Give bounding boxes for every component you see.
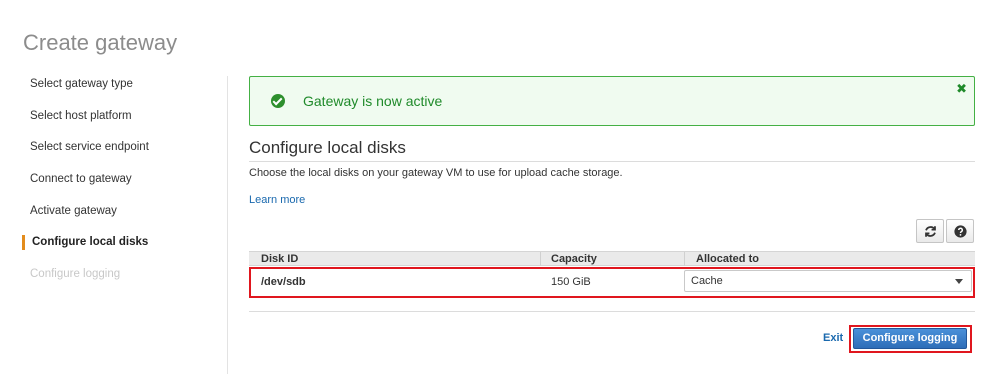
footer-divider xyxy=(249,311,975,312)
step-select-gateway-type[interactable]: Select gateway type xyxy=(22,70,212,102)
success-alert: Gateway is now active ✖ xyxy=(249,76,975,126)
check-circle-icon xyxy=(271,94,285,108)
step-configure-local-disks: Configure local disks xyxy=(22,228,212,260)
alert-message: Gateway is now active xyxy=(303,93,443,109)
column-header-allocated-to[interactable]: Allocated to xyxy=(696,253,759,265)
column-header-disk-id[interactable]: Disk ID xyxy=(261,253,298,265)
row-highlight-box xyxy=(249,267,975,298)
table-header: Disk ID Capacity Allocated to xyxy=(249,251,975,266)
step-connect-to-gateway[interactable]: Connect to gateway xyxy=(22,165,212,197)
section-divider xyxy=(249,161,975,162)
refresh-icon xyxy=(925,226,936,237)
step-configure-logging: Configure logging xyxy=(30,268,121,281)
section-description: Choose the local disks on your gateway V… xyxy=(249,167,623,179)
page-title: Create gateway xyxy=(23,30,178,55)
step-activate-gateway[interactable]: Activate gateway xyxy=(22,197,212,229)
step-select-host-platform[interactable]: Select host platform xyxy=(22,102,212,134)
column-header-capacity[interactable]: Capacity xyxy=(551,253,597,265)
column-separator xyxy=(684,252,685,266)
configure-logging-button[interactable]: Configure logging xyxy=(853,328,967,349)
help-icon xyxy=(954,225,967,238)
column-separator xyxy=(540,252,541,266)
disks-table: Disk ID Capacity Allocated to /dev/sdb 1… xyxy=(249,251,975,298)
sidebar-divider xyxy=(227,76,228,374)
learn-more-link[interactable]: Learn more xyxy=(249,194,305,206)
section-title: Configure local disks xyxy=(249,138,406,157)
refresh-button[interactable] xyxy=(916,219,944,243)
exit-link[interactable]: Exit xyxy=(823,332,843,344)
close-icon[interactable]: ✖ xyxy=(956,81,967,97)
wizard-steps: Select gateway type Select host platform… xyxy=(22,70,212,292)
help-button[interactable] xyxy=(946,219,974,243)
step-select-service-endpoint[interactable]: Select service endpoint xyxy=(22,133,212,165)
